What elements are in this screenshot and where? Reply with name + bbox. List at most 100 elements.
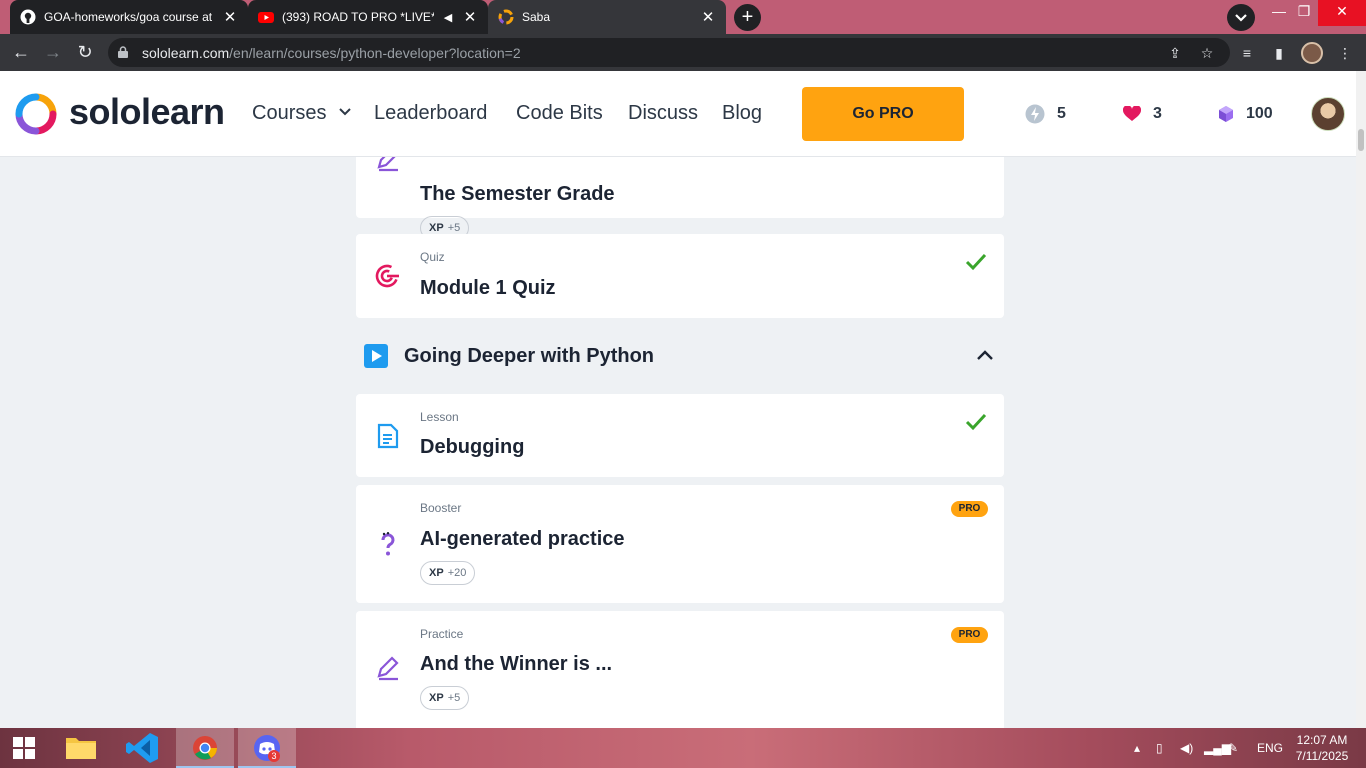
section-header-going-deeper[interactable]: Going Deeper with Python	[356, 336, 1004, 376]
browser-tab-github[interactable]: GOA-homeworks/goa course at r ✕	[10, 0, 248, 34]
share-icon[interactable]: ⇪	[1166, 44, 1184, 62]
nav-courses[interactable]: Courses	[252, 102, 352, 125]
lesson-title: The Semester Grade	[420, 183, 615, 205]
nav-discuss[interactable]: Discuss	[628, 102, 698, 125]
tab-title: Saba	[522, 10, 551, 24]
go-pro-button[interactable]: Go PRO	[802, 87, 964, 141]
github-icon	[20, 9, 36, 25]
completed-check-icon	[965, 253, 987, 271]
side-panel-icon[interactable]: ▮	[1269, 43, 1289, 63]
streak-value: 5	[1057, 105, 1066, 122]
device-icon[interactable]: ▯	[1156, 728, 1163, 768]
sololearn-wordmark[interactable]: sololearn	[69, 91, 225, 133]
media-control-icon[interactable]: ≡	[1237, 43, 1257, 63]
hearts-counter[interactable]: 3	[1123, 103, 1162, 125]
lesson-title: And the Winner is ...	[420, 653, 613, 675]
chrome-button[interactable]	[176, 728, 234, 768]
streak-counter[interactable]: 5	[1025, 103, 1066, 125]
tab-search-button[interactable]	[1227, 4, 1255, 31]
nav-code-bits[interactable]: Code Bits	[516, 102, 603, 125]
question-mark-icon	[381, 532, 395, 556]
discord-button[interactable]: 3	[238, 728, 296, 768]
xp-badge: XP +5	[420, 686, 470, 710]
scrollbar-thumb[interactable]	[1358, 129, 1364, 151]
url-text: sololearn.com/en/learn/courses/python-de…	[142, 45, 521, 61]
bookmark-star-icon[interactable]: ☆	[1198, 44, 1216, 62]
browser-toolbar: ← → ↻ sololearn.com/en/learn/courses/pyt…	[0, 34, 1366, 71]
show-hidden-icons[interactable]: ▴	[1134, 728, 1140, 768]
sololearn-page: The Semester Grade XP +5 Quiz Module 1 Qu…	[0, 71, 1356, 728]
new-tab-button[interactable]: +	[734, 4, 761, 31]
lesson-card-ai-practice[interactable]: Booster AI-generated practice PRO XP +20	[356, 485, 1004, 603]
volume-icon[interactable]: ◀︎)	[1180, 728, 1193, 768]
gems-counter[interactable]: 100	[1218, 103, 1273, 125]
vscode-button[interactable]	[114, 728, 172, 768]
pen-icon[interactable]: ✎	[1228, 728, 1238, 768]
nav-leaderboard[interactable]: Leaderboard	[374, 102, 487, 125]
lesson-title: Debugging	[420, 436, 525, 458]
system-clock[interactable]: 12:07 AM 7/11/2025	[1290, 732, 1354, 764]
browser-tab-sololearn[interactable]: Saba ✕	[488, 0, 726, 34]
file-explorer-button[interactable]	[52, 728, 110, 768]
vscode-icon	[126, 733, 158, 763]
network-icon[interactable]: ▂▄▆	[1204, 728, 1231, 768]
document-icon	[377, 423, 399, 449]
tab-title: (393) ROAD TO PRO *LIVE* -	[282, 10, 434, 24]
nav-blog[interactable]: Blog	[722, 102, 762, 125]
forward-button[interactable]: →	[40, 40, 66, 66]
lesson-kind: Practice	[420, 627, 464, 641]
quiz-target-icon	[375, 264, 399, 288]
youtube-icon	[258, 12, 274, 23]
tab-title: GOA-homeworks/goa course at r	[44, 10, 216, 24]
address-bar[interactable]: sololearn.com/en/learn/courses/python-de…	[108, 38, 1230, 67]
reload-button[interactable]: ↻	[72, 40, 98, 66]
close-window-button[interactable]: ✕	[1318, 0, 1366, 26]
pro-badge: PRO	[951, 501, 988, 517]
lesson-kind: Quiz	[420, 250, 445, 264]
close-tab-icon[interactable]: ✕	[462, 8, 478, 26]
site-header: sololearn Courses Leaderboard Code Bits …	[0, 71, 1356, 157]
windows-logo-icon	[13, 737, 35, 759]
chevron-up-icon[interactable]	[973, 344, 997, 368]
sololearn-logo-icon[interactable]	[15, 93, 57, 135]
chevron-down-icon	[1235, 14, 1247, 22]
user-avatar[interactable]	[1311, 97, 1345, 131]
chrome-icon	[193, 736, 217, 760]
windows-taskbar: 3 ▴ ▯ ◀︎) ▂▄▆ ✎ ENG 12:07 AM 7/11/2025	[0, 728, 1366, 768]
lesson-card-module-quiz[interactable]: Quiz Module 1 Quiz	[356, 234, 1004, 318]
pro-badge: PRO	[951, 627, 988, 643]
gems-value: 100	[1246, 105, 1273, 122]
lock-icon	[118, 46, 128, 58]
play-icon	[364, 344, 388, 368]
start-button[interactable]	[0, 728, 48, 768]
browser-tab-strip: GOA-homeworks/goa course at r ✕ (393) RO…	[0, 0, 1366, 34]
speaker-icon[interactable]: ◀︎	[440, 11, 456, 24]
completed-check-icon	[965, 413, 987, 431]
more-menu-icon[interactable]: ⋮	[1335, 43, 1355, 63]
sololearn-icon	[498, 9, 514, 25]
lesson-card-debugging[interactable]: Lesson Debugging	[356, 394, 1004, 477]
lesson-card-winner-practice[interactable]: Practice And the Winner is ... PRO XP +5	[356, 611, 1004, 728]
discord-icon	[254, 735, 280, 761]
folder-icon	[66, 738, 96, 759]
heart-icon	[1123, 106, 1141, 121]
section-title: Going Deeper with Python	[404, 345, 655, 367]
close-tab-icon[interactable]: ✕	[700, 8, 716, 26]
notification-badge: 3	[268, 750, 280, 762]
chevron-down-icon	[339, 108, 351, 116]
clock-time: 12:07 AM	[1296, 733, 1348, 747]
close-tab-icon[interactable]: ✕	[222, 8, 238, 26]
lesson-title: Module 1 Quiz	[420, 277, 556, 299]
lightning-icon	[1025, 104, 1045, 124]
page-scrollbar[interactable]	[1356, 71, 1366, 728]
browser-tab-youtube[interactable]: (393) ROAD TO PRO *LIVE* - ◀︎ ✕	[248, 0, 488, 34]
hearts-value: 3	[1153, 105, 1162, 122]
pencil-icon	[377, 656, 399, 681]
lesson-title: AI-generated practice	[420, 528, 625, 550]
clock-date: 7/11/2025	[1295, 749, 1349, 763]
back-button[interactable]: ←	[8, 40, 34, 66]
profile-avatar[interactable]	[1301, 42, 1323, 64]
language-indicator[interactable]: ENG	[1257, 728, 1283, 768]
gem-icon	[1219, 106, 1233, 122]
lesson-kind: Lesson	[420, 410, 459, 424]
